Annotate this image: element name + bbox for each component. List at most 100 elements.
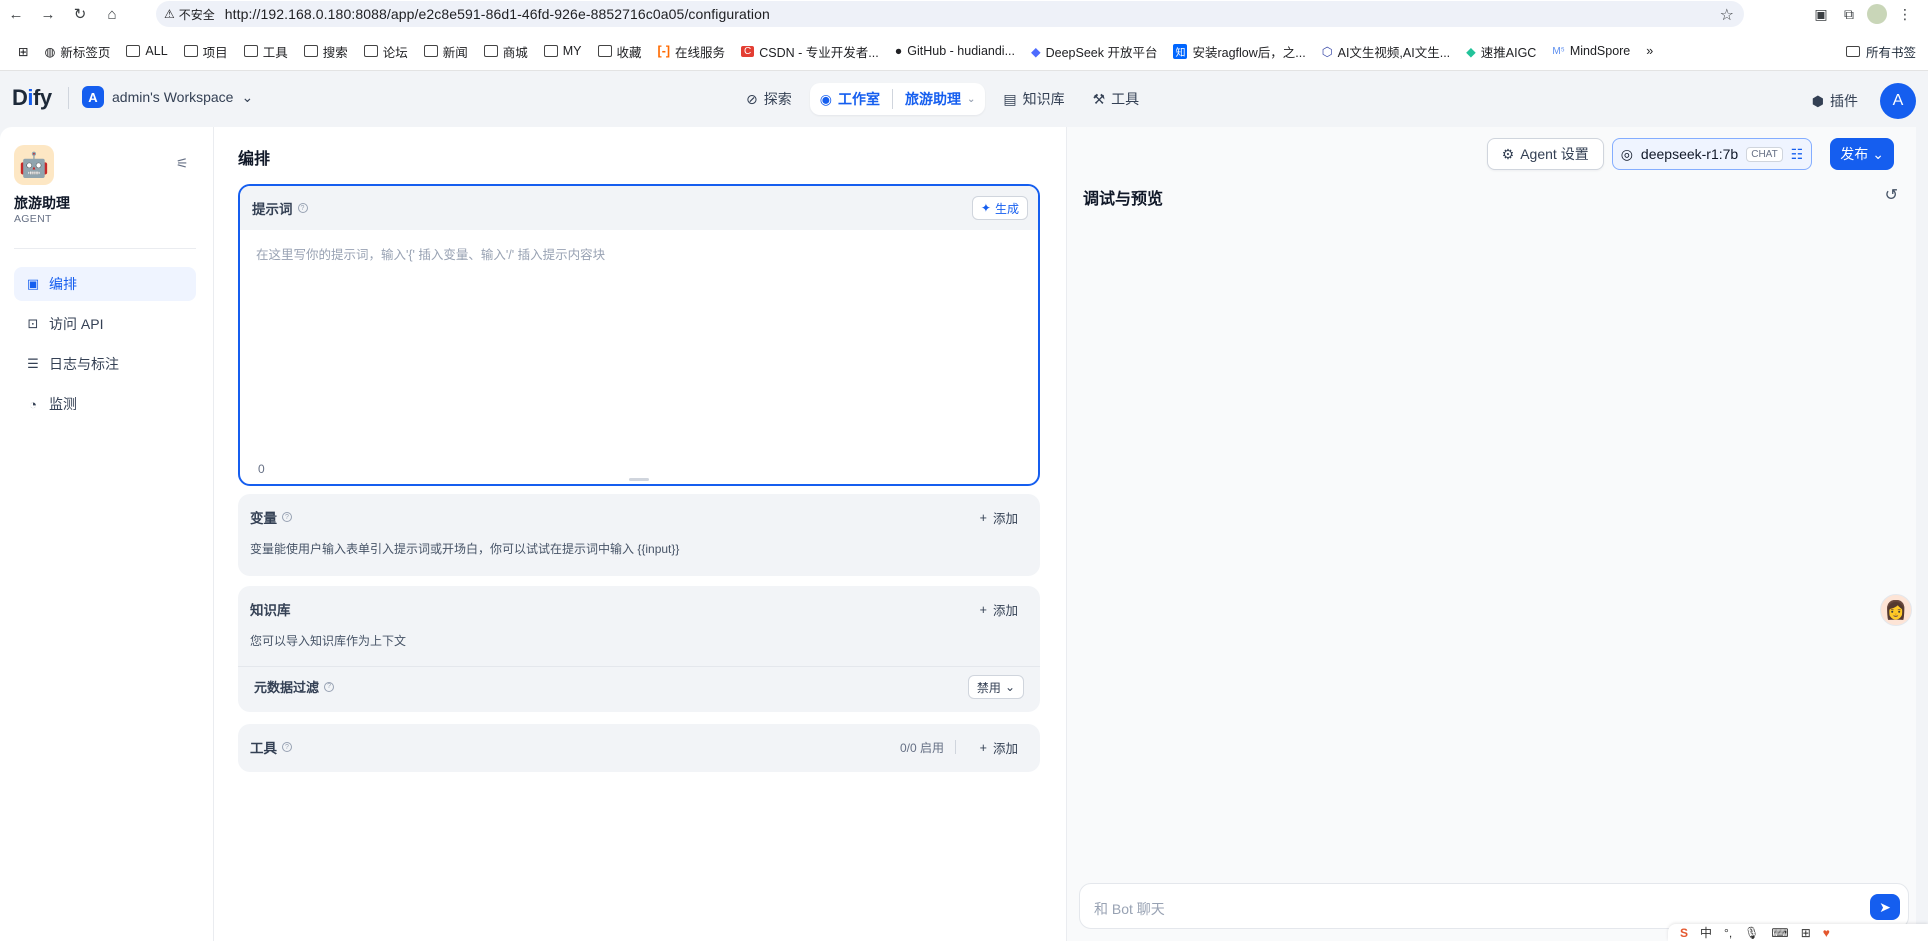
- bookmark-folder[interactable]: MY: [536, 39, 590, 63]
- all-bookmarks[interactable]: 所有书签: [1845, 38, 1916, 64]
- sidebar-item-orchestrate[interactable]: ▣ 编排: [14, 267, 196, 301]
- microphone-icon[interactable]: 🎙: [1744, 926, 1759, 940]
- heart-icon[interactable]: ♥: [1823, 926, 1830, 940]
- assistant-avatar[interactable]: 👩: [1880, 594, 1912, 626]
- bookmarks-overflow[interactable]: »: [1638, 39, 1661, 63]
- bookmark-folder[interactable]: ALL: [118, 39, 175, 63]
- resize-handle[interactable]: [629, 478, 649, 481]
- publish-button[interactable]: 发布 ⌄: [1830, 138, 1894, 170]
- orchestrate-panel: 编排 提示词? ✦ 生成 在这里写你的提示词，输入'{' 插入变量、输入'/' 插…: [214, 127, 1066, 941]
- reload-icon[interactable]: ↻: [64, 0, 96, 28]
- url-text[interactable]: http://192.168.0.180:8088/app/e2c8e591-8…: [225, 6, 770, 22]
- nav-knowledge[interactable]: ▤ 知识库: [993, 83, 1074, 115]
- bookmark-item[interactable]: ⬡ AI文生视频,AI文生...: [1314, 39, 1458, 63]
- bookmark-item[interactable]: 知安装ragflow后，之...: [1165, 39, 1313, 63]
- warning-icon: ⚠: [164, 7, 175, 21]
- sidebar-item-api[interactable]: ⊡ 访问 API: [14, 307, 196, 341]
- bookmark-item[interactable]: M⁵ MindSpore: [1544, 39, 1638, 63]
- profile-avatar[interactable]: [1866, 3, 1888, 25]
- nav-tools[interactable]: ⚒ 工具: [1083, 83, 1150, 115]
- dify-app: Dify A admin's Workspace ⌄ ⊘ 探索 ◉ 工作室 旅游助理 ⌄…: [0, 71, 1928, 941]
- metadata-filter-select[interactable]: 禁用 ⌄: [967, 675, 1024, 699]
- zhihu-icon: 知: [1173, 43, 1188, 59]
- bookmark-folder[interactable]: 收藏: [590, 39, 650, 63]
- generate-button[interactable]: ✦ 生成: [971, 196, 1028, 220]
- extension-icon[interactable]: ▣: [1810, 3, 1832, 25]
- keyboard-icon[interactable]: ⌨: [1771, 926, 1788, 940]
- bookmark-folder[interactable]: 搜索: [296, 39, 356, 63]
- compass-icon: ⊘: [746, 90, 758, 107]
- knowledge-card: 知识库 + 添加 您可以导入知识库作为上下文 元数据过滤? 禁用 ⌄: [238, 586, 1040, 712]
- deepseek-icon: ◆: [1031, 44, 1041, 59]
- layout-icon: ▣: [26, 276, 40, 291]
- folder-icon: [423, 45, 438, 57]
- chevron-down-icon: ⌄: [241, 88, 254, 105]
- browser-toolbar: ← → ↻ ⌂ ⚠ 不安全 http://192.168.0.180:8088/a…: [0, 0, 1928, 28]
- address-bar[interactable]: ⚠ 不安全 http://192.168.0.180:8088/app/e2c8e…: [156, 1, 1744, 27]
- chat-input-placeholder: 和 Bot 聊天: [1094, 901, 1165, 917]
- model-selector[interactable]: ◎ deepseek-r1:7b CHAT ☷: [1611, 138, 1813, 170]
- cube-icon: ⬢: [1811, 92, 1824, 109]
- dify-logo[interactable]: Dify: [12, 85, 52, 111]
- bookmark-folder[interactable]: 商城: [476, 39, 536, 63]
- divider: [68, 87, 69, 109]
- sliders-icon[interactable]: ☷: [1791, 146, 1804, 163]
- bookmark-item[interactable]: ◍ 新标签页: [36, 39, 118, 63]
- agent-settings-button[interactable]: ⚙ Agent 设置: [1486, 138, 1604, 170]
- nav-studio[interactable]: ◉ 工作室 旅游助理 ⌄: [809, 83, 986, 115]
- folder-icon: [543, 45, 558, 57]
- sidebar-item-monitor[interactable]: ◔ 监测: [14, 387, 196, 421]
- user-avatar[interactable]: A: [1880, 83, 1916, 119]
- bookmark-item[interactable]: C CSDN - 专业开发者...: [733, 39, 887, 63]
- bookmark-folder[interactable]: 新闻: [416, 39, 476, 63]
- folder-icon: [126, 45, 141, 57]
- bookmark-item[interactable]: ● GitHub - hudiandi...: [887, 39, 1023, 63]
- sidebar-item-logs[interactable]: ☰ 日志与标注: [14, 347, 196, 381]
- home-icon[interactable]: ⌂: [96, 0, 128, 28]
- apps-grid-icon[interactable]: ⊞: [10, 39, 36, 63]
- current-app-selector[interactable]: 旅游助理: [891, 89, 961, 109]
- bookmark-item[interactable]: ◆ DeepSeek 开放平台: [1023, 39, 1165, 63]
- help-icon[interactable]: ?: [324, 681, 335, 692]
- help-icon[interactable]: ?: [282, 512, 292, 522]
- bookmark-folder[interactable]: 项目: [176, 39, 236, 63]
- sparkle-icon: ✦: [980, 201, 991, 215]
- folder-icon: [243, 45, 258, 57]
- grid-icon[interactable]: ⊞: [1801, 926, 1811, 940]
- punctuation-icon[interactable]: °,: [1724, 926, 1732, 940]
- divider: [955, 740, 956, 754]
- folder-icon: [483, 45, 498, 57]
- sogou-icon[interactable]: S: [1680, 926, 1688, 940]
- bookmark-folder[interactable]: 工具: [236, 39, 296, 63]
- plugins-button[interactable]: ⬢ 插件: [1812, 91, 1858, 111]
- collapse-sidebar-icon[interactable]: ⚟: [176, 155, 189, 172]
- add-tool-button[interactable]: + 添加: [980, 738, 1018, 757]
- nav-explore[interactable]: ⊘ 探索: [736, 83, 802, 115]
- workspace-selector[interactable]: A admin's Workspace ⌄: [82, 86, 253, 108]
- send-button[interactable]: ➤: [1870, 894, 1900, 920]
- bookmark-folder[interactable]: 论坛: [356, 39, 416, 63]
- help-icon[interactable]: ?: [282, 742, 292, 752]
- chevron-down-icon: ⌄: [1872, 145, 1884, 162]
- add-knowledge-button[interactable]: + 添加: [980, 600, 1018, 619]
- forward-icon[interactable]: →: [32, 0, 64, 28]
- extensions-puzzle-icon[interactable]: ⧉: [1838, 3, 1860, 25]
- bookmark-item[interactable]: [-] 在线服务: [650, 39, 734, 63]
- chat-input[interactable]: 和 Bot 聊天 ➤: [1079, 883, 1909, 929]
- bookmark-item[interactable]: ◆ 速推AIGC: [1458, 39, 1544, 63]
- menu-kebab-icon[interactable]: ⋮: [1894, 3, 1916, 25]
- bookmark-star-icon[interactable]: ☆: [1720, 5, 1734, 25]
- ime-language[interactable]: 中: [1700, 924, 1712, 941]
- ime-toolbar: S 中 °, 🎙 ⌨ ⊞ ♥: [1668, 924, 1928, 941]
- help-icon[interactable]: ?: [297, 203, 308, 213]
- variables-title: 变量?: [250, 507, 292, 527]
- github-icon: ●: [894, 44, 903, 58]
- back-icon[interactable]: ←: [0, 0, 32, 28]
- refresh-icon[interactable]: ↺: [1885, 185, 1898, 205]
- add-variable-button[interactable]: + 添加: [980, 508, 1018, 527]
- prompt-input[interactable]: 在这里写你的提示词，输入'{' 插入变量、输入'/' 插入提示内容块: [256, 244, 1016, 263]
- tools-card: 工具? 0/0 启用 + 添加: [238, 724, 1040, 772]
- insecure-indicator[interactable]: ⚠ 不安全: [164, 6, 225, 23]
- prompt-title: 提示词?: [252, 198, 308, 218]
- hammer-icon: ⚒: [1092, 90, 1106, 107]
